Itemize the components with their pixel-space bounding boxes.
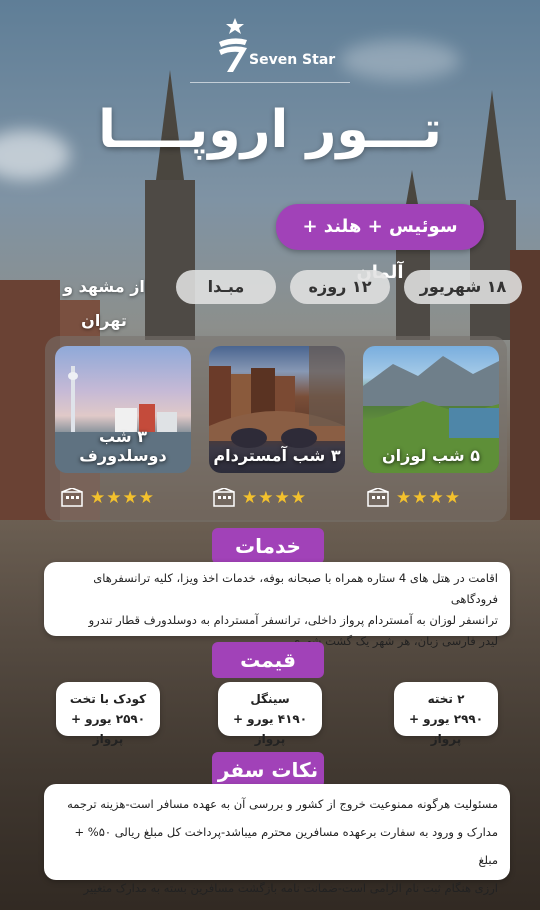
rating-row-dusseldorf: ★★★★ — [60, 486, 200, 510]
rating-row-lausanne: ★★★★ — [366, 486, 506, 510]
hotel-icon — [213, 488, 235, 507]
city-label: ۳ شب آمستردام — [213, 446, 341, 465]
services-heading: خدمات — [212, 528, 324, 564]
hotel-icon — [61, 488, 83, 507]
city-card-lausanne: ۵ شب لوزان — [363, 346, 499, 473]
notes-heading: نکات سفر — [212, 752, 324, 788]
city-card-dusseldorf: ۳ شب دوسلدورف — [55, 346, 191, 473]
logo-divider — [190, 82, 350, 83]
brand-logo: Seven Star — [205, 18, 345, 73]
hotel-icon — [367, 488, 389, 507]
price-title: ۲ تخته — [427, 692, 465, 706]
services-line: اقامت در هتل های 4 ستاره همراه با صبحانه… — [93, 571, 498, 606]
duration-pill: ۱۲ روزه — [290, 270, 390, 304]
price-card-single: سینگل ۴۱۹۰ یورو + پرواز — [218, 682, 322, 746]
star-rating: ★★★★ — [396, 488, 461, 508]
notes-line: مسئولیت هرگونه ممنوعیت خروج از کشور و بر… — [67, 797, 498, 811]
city-label: ۵ شب لوزان — [382, 446, 480, 465]
countries-badge: سوئیس + هلند + آلمان — [276, 204, 484, 283]
price-card-double: ۲ تخته ۲۹۹۰ یورو + پرواز — [394, 682, 498, 746]
star-rating: ★★★★ — [242, 488, 307, 508]
price-card-child: کودک با تخت ۲۵۹۰ یورو + پرواز — [56, 682, 160, 746]
price-value: ۲۹۹۰ یورو + پرواز — [408, 712, 484, 746]
price-title: کودک با تخت — [69, 692, 147, 706]
price-heading: قیمت — [212, 642, 324, 678]
page-title: تـــور اروپــــا — [98, 100, 442, 160]
city-label: ۳ شب دوسلدورف — [79, 427, 167, 465]
city-card-amsterdam: ۳ شب آمستردام — [209, 346, 345, 473]
price-value: ۲۵۹۰ یورو + پرواز — [70, 712, 146, 746]
brand-name: Seven Star — [249, 52, 336, 68]
origin-label-pill: مبـدا — [176, 270, 276, 304]
origin-cities: از مشهد و تهران — [63, 277, 145, 330]
notes-box: مسئولیت هرگونه ممنوعیت خروج از کشور و بر… — [44, 784, 510, 910]
seven-star-logo-icon — [219, 18, 247, 72]
notes-line: ارزی هنگام ثبت نام الزامی است-ضمانت نامه… — [83, 881, 498, 910]
date-pill: ۱۸ شهریور — [404, 270, 522, 304]
services-line: ترانسفر لوزان به آمستردام پرواز داخلی، ت… — [88, 613, 498, 627]
star-rating: ★★★★ — [90, 488, 155, 508]
price-title: سینگل — [250, 692, 290, 706]
rating-row-amsterdam: ★★★★ — [212, 486, 352, 510]
price-value: ۴۱۹۰ یورو + پرواز — [232, 712, 308, 746]
services-box: اقامت در هتل های 4 ستاره همراه با صبحانه… — [44, 562, 510, 648]
notes-line: مدارک و ورود به سفارت برعهده مسافرین محت… — [74, 825, 498, 867]
